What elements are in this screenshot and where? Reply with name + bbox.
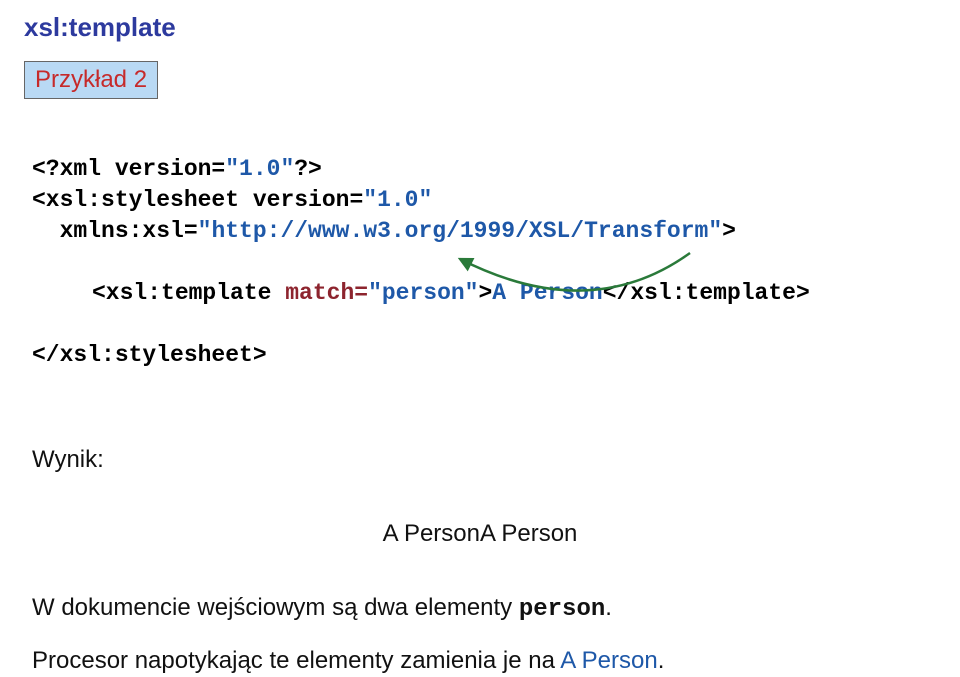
result-text: A PersonA Person	[24, 520, 936, 548]
code-text: "1.0"	[363, 187, 432, 213]
para-highlight: A Person	[560, 647, 657, 674]
result-label: Wynik:	[32, 446, 936, 474]
paragraph-2: Procesor napotykając te elementy zamieni…	[32, 645, 936, 677]
code-block: <?xml version="1.0"?> <xsl:stylesheet ve…	[32, 123, 936, 371]
code-text: ?>	[294, 156, 322, 182]
para-text: W dokumencie wejściowym są dwa elementy	[32, 594, 519, 621]
code-text: <?xml version=	[32, 156, 225, 182]
code-text: </xsl:stylesheet>	[32, 342, 267, 368]
code-text: "1.0"	[225, 156, 294, 182]
example-badge: Przykład 2	[24, 61, 158, 99]
para-text: Procesor napotykając te elementy zamieni…	[32, 647, 560, 674]
code-text: "http://www.w3.org/1999/XSL/Transform"	[198, 218, 723, 244]
page-title: xsl:template	[24, 12, 936, 43]
code-text: </xsl:template>	[603, 280, 810, 306]
code-text: <xsl:stylesheet version=	[32, 187, 363, 213]
code-text: A Person	[492, 280, 602, 306]
code-text: <xsl:template	[92, 280, 285, 306]
paragraph-1: W dokumencie wejściowym są dwa elementy …	[32, 592, 936, 626]
code-text: >	[722, 218, 736, 244]
code-text: xmlns:xsl=	[60, 218, 198, 244]
para-text: .	[658, 647, 665, 674]
code-text: match=	[285, 280, 368, 306]
code-text: "person"	[368, 280, 478, 306]
para-code: person	[519, 596, 605, 623]
para-text: .	[605, 594, 612, 621]
code-text: >	[478, 280, 492, 306]
